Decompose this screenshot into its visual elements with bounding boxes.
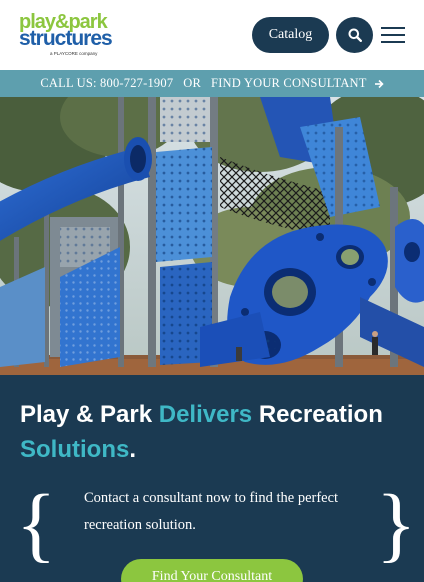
call-us-link[interactable]: CALL US: 800-727-1907 — [40, 76, 173, 91]
page-headline: Play & Park Delivers Recreation Solution… — [20, 397, 410, 467]
right-brace-decoration: } — [376, 478, 417, 571]
contact-or-separator: OR — [183, 76, 202, 90]
logo-wordmark-structures: structures — [19, 27, 113, 50]
brand-logo[interactable]: play&park structures a PLAYCORE company — [19, 12, 113, 58]
catalog-button[interactable]: Catalog — [252, 17, 329, 53]
find-your-consultant-button[interactable]: Find Your Consultant — [121, 559, 303, 582]
playground-hero-image — [0, 97, 424, 375]
playground-illustration — [0, 97, 424, 375]
search-icon — [348, 28, 362, 42]
headline-text-1: Play & Park — [20, 401, 159, 428]
left-brace-decoration: { — [16, 478, 57, 571]
hamburger-menu-icon — [381, 27, 405, 29]
site-header: play&park structures a PLAYCORE company … — [0, 0, 424, 70]
headline-accent-delivers: Delivers — [158, 401, 253, 428]
hero-message-panel: Play & Park Delivers Recreation Solution… — [0, 375, 424, 582]
logo-tagline: a PLAYCORE company — [50, 51, 98, 56]
find-consultant-link[interactable]: FIND YOUR CONSULTANT — [211, 76, 367, 91]
headline-accent-solutions: Solutions — [20, 436, 130, 463]
contact-consultant-text: Contact a consultant now to find the per… — [84, 490, 339, 533]
hamburger-menu-button[interactable] — [381, 25, 405, 45]
arrow-right-icon — [374, 79, 384, 88]
headline-period: . — [129, 436, 136, 463]
contact-bar: CALL US: 800-727-1907 OR FIND YOUR CONSU… — [0, 70, 424, 97]
search-button[interactable] — [336, 17, 373, 53]
headline-text-2: Recreation — [252, 401, 383, 428]
